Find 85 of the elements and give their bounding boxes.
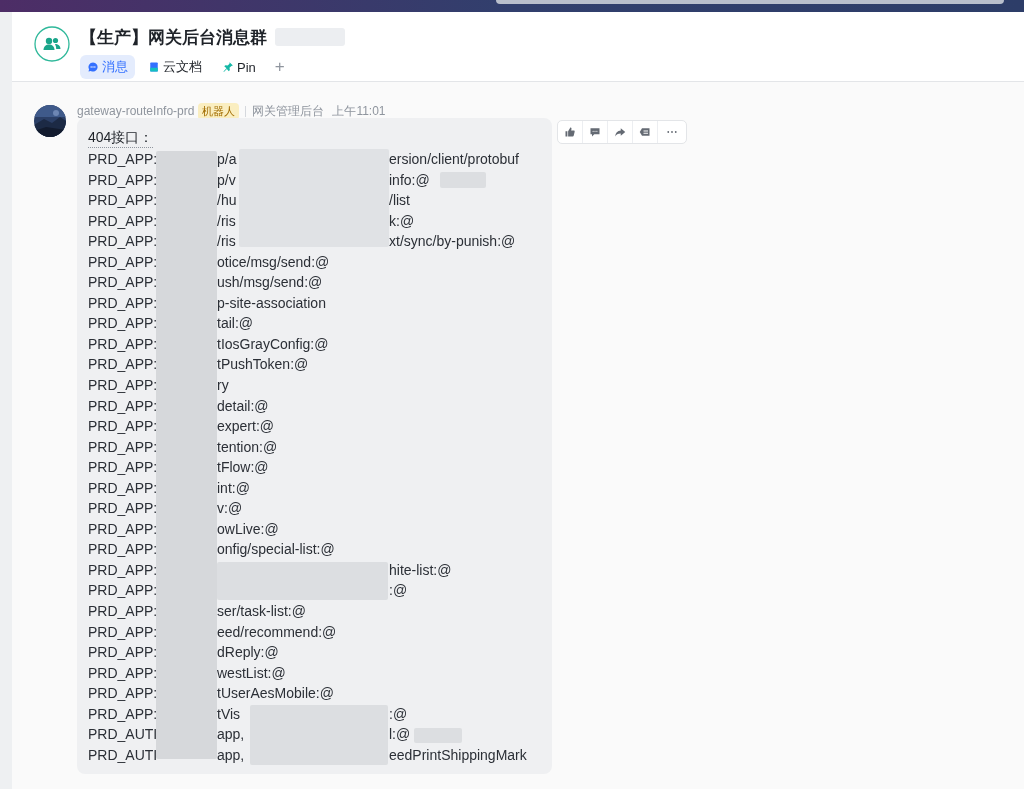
message-text: otice/msg/send:@ [217,252,330,272]
chat-bubble-icon [87,61,99,73]
message-text: /ris [217,211,236,231]
sender-name[interactable]: gateway-routeInfo-prd [77,104,195,118]
message-text: PRD_APP: [88,191,158,211]
message-text: ry [217,376,229,395]
message-text: PRD_APP: [88,293,158,313]
message-text: ser/task-list:@ [217,602,306,622]
message-text: PRD_APP: [88,170,158,190]
message-text: tFlow:@ [217,458,269,478]
message-text: tVis [217,704,241,724]
message-text: p/a [217,150,237,169]
message-text: /ris [217,232,236,252]
message-text: onfig/special-list:@ [217,540,335,560]
message-text: info:@ [389,170,430,190]
message-text: PRD_APP: [88,273,158,293]
message-text: PRD_APP: [88,150,158,169]
message-text: PRD_APP: [88,211,158,231]
message-text: k:@ [389,211,415,231]
message-text: int:@ [217,478,250,498]
message-text: ersion/client/protobuf [389,150,519,169]
tab[interactable]: 消息 [80,55,135,79]
message-text: PRD_APP: [88,581,158,601]
message-text: PRD_APP: [88,602,158,622]
message-text: hite-list:@ [389,560,452,580]
message-text: owLive:@ [217,519,279,539]
message-text: p/v [217,170,236,190]
tab[interactable]: Pin [215,56,263,78]
pin-icon [222,61,234,73]
message-text: PRD_APP: [88,622,158,642]
document-icon [148,61,160,73]
message-text: PRD_APP: [88,376,158,395]
message-text: PRD_APP: [88,684,158,704]
message-text: westList:@ [217,663,286,683]
message-text: PRD_AUTI [88,725,158,745]
message-text: eedPrintShippingMark [389,745,527,765]
message-heading: 404接口： [88,127,154,148]
message-text: PRD_APP: [88,314,158,334]
comment-icon [589,126,601,138]
message-text: tention:@ [217,437,278,457]
message-text: PRD_APP: [88,643,158,663]
message-text: PRD_APP: [88,458,158,478]
message-text: expert:@ [217,417,274,437]
message-time: 上午11:01 [332,102,386,120]
message-text: PRD_APP: [88,417,158,437]
message-text: ush/msg/send:@ [217,273,323,293]
add-tab-button[interactable]: + [268,57,291,77]
message-text: PRD_APP: [88,540,158,560]
group-avatar-icon [34,26,70,62]
message-text: :@ [389,704,408,724]
message-text: PRD_APP: [88,560,158,580]
message-text: PRD_APP: [88,478,158,498]
message-text: PRD_APP: [88,232,158,252]
message-text: PRD_APP: [88,519,158,539]
message-text: l:@ [389,725,411,745]
quote-icon [639,126,651,138]
message-text: PRD_AUTI [88,745,158,765]
tab[interactable]: 云文档 [141,55,209,79]
message-text: detail:@ [217,396,269,416]
message-text: PRD_APP: [88,396,158,416]
message-text: PRD_APP: [88,355,158,375]
thumbs-up-icon [564,126,576,138]
message-text: eed/recommend:@ [217,622,337,642]
message-text: tail:@ [217,314,253,334]
message-text: PRD_APP: [88,704,158,724]
message-text: tUserAesMobile:@ [217,684,334,704]
message-text: /hu [217,191,237,211]
message-text: v:@ [217,499,243,519]
message-text: :@ [389,581,408,601]
message-text: PRD_APP: [88,499,158,519]
message-text: PRD_APP: [88,437,158,457]
message-text: p-site-association [217,293,326,313]
message-text: PRD_APP: [88,663,158,683]
message-text: tIosGrayConfig:@ [217,334,329,354]
message-text: app, [217,725,245,745]
message-text: app, [217,745,245,765]
message-text: dReply:@ [217,643,279,663]
message-text: PRD_APP: [88,252,158,272]
message-text: xt/sync/by-punish:@ [389,232,516,252]
forward-icon [614,126,626,138]
message-text: tPushToken:@ [217,355,309,375]
source-name: 网关管理后台 [252,102,325,120]
message-text: PRD_APP: [88,334,158,354]
chat-title: 【生产】网关后台消息群 [80,26,267,49]
message-text: /list [389,191,410,211]
